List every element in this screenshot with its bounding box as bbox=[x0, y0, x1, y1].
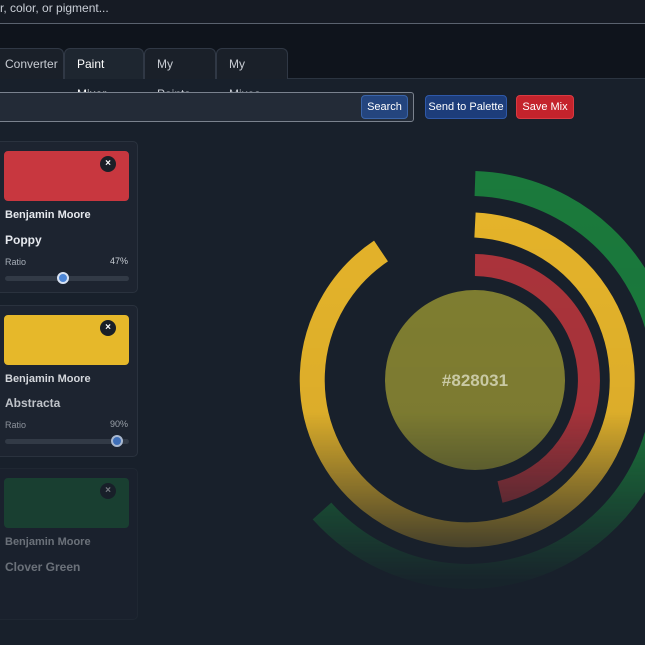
mix-hex-label: #828031 bbox=[442, 371, 508, 390]
mix-ratio-rings: #828031 bbox=[299, 171, 645, 589]
